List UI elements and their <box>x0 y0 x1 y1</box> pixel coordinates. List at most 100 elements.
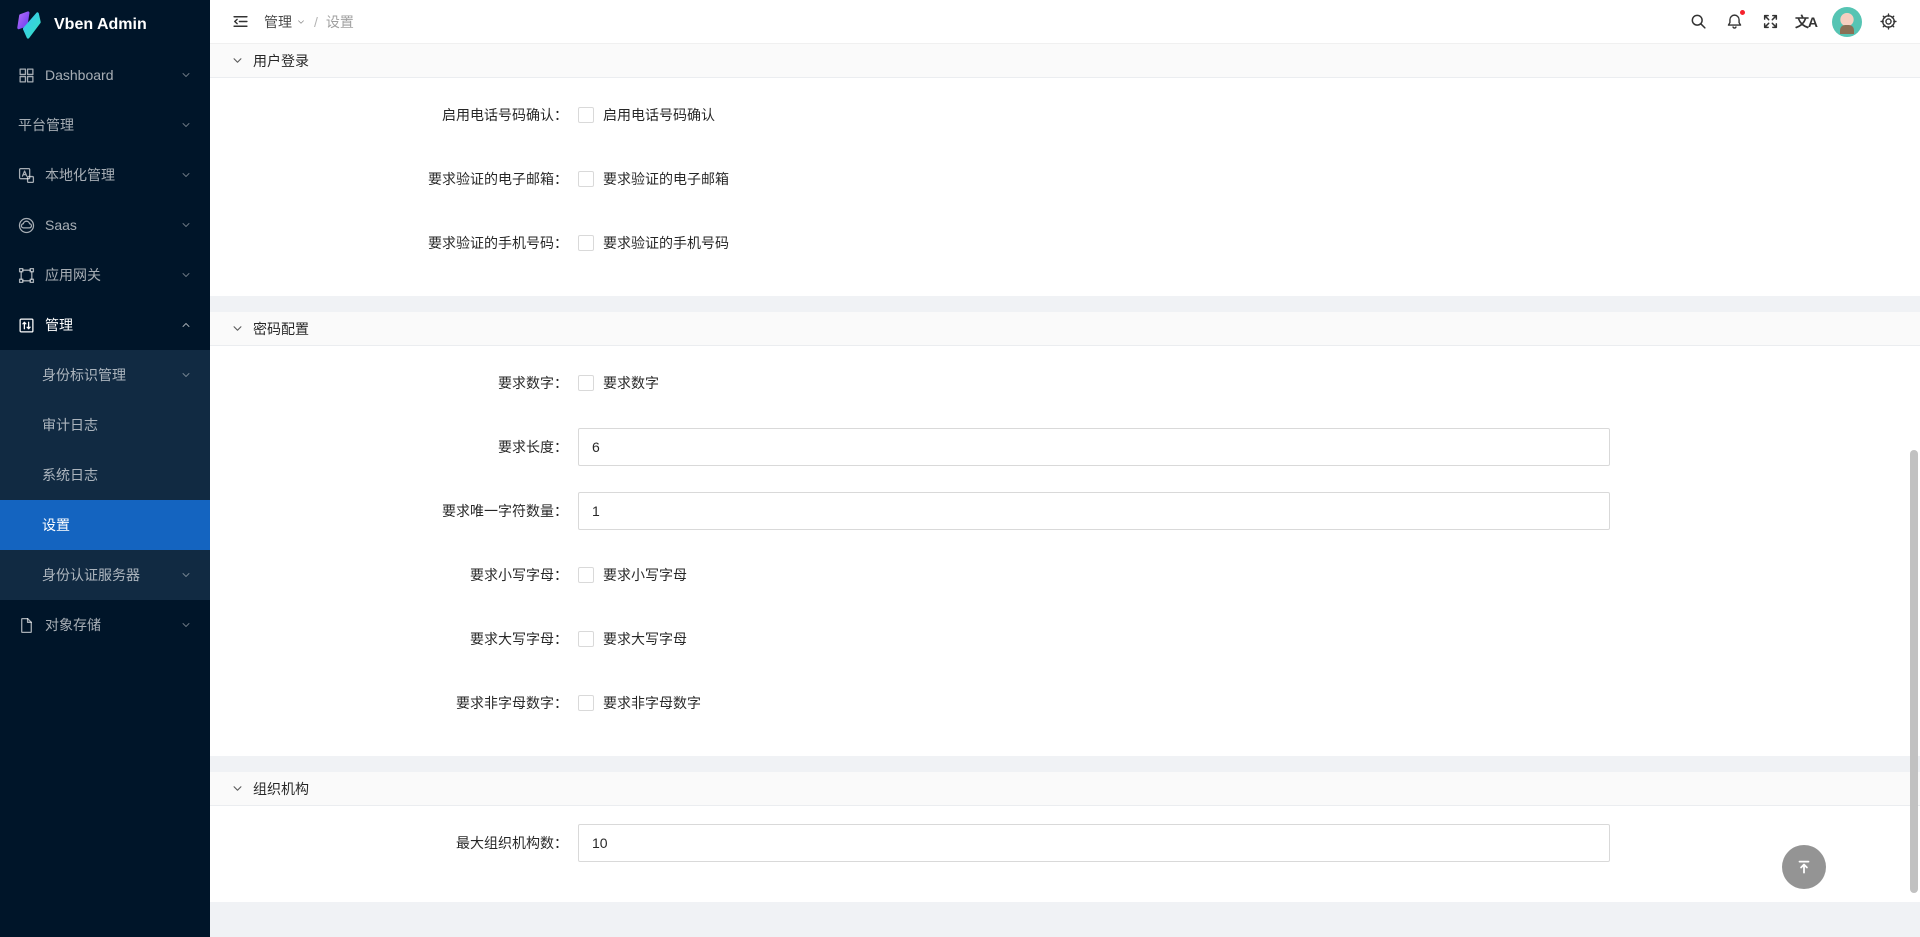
sidebar-item-label: Saas <box>45 217 180 233</box>
sidebar-item-localization[interactable]: 本地化管理 <box>0 150 210 200</box>
sidebar-item-platform-management[interactable]: 平台管理 <box>0 100 210 150</box>
max-organization-units-input[interactable] <box>578 824 1610 862</box>
user-avatar[interactable] <box>1832 7 1862 37</box>
collapse-header-password-config[interactable]: 密码配置 <box>210 312 1920 346</box>
require-digit-checkbox[interactable] <box>578 375 594 391</box>
breadcrumb-label: 管理 <box>264 12 292 32</box>
field-label: 要求验证的手机号码： <box>210 233 568 253</box>
sidebar-item-settings[interactable]: 设置 <box>0 500 210 550</box>
form-row: 要求验证的手机号码： 要求验证的手机号码 <box>210 224 1904 262</box>
settings-page: 用户登录 启用电话号码确认： 启用电话号码确认 要求验证的电子邮箱： <box>210 44 1920 937</box>
field-label: 要求长度： <box>210 437 568 457</box>
checkbox-label[interactable]: 要求非字母数字 <box>603 693 701 713</box>
app-logo[interactable]: Vben Admin <box>0 0 210 50</box>
require-confirmed-phone-checkbox[interactable] <box>578 235 594 251</box>
chevron-down-icon <box>232 55 243 66</box>
cloud-icon <box>18 217 35 234</box>
management-submenu: 身份标识管理 审计日志 系统日志 设置 身份认证服务器 <box>0 350 210 600</box>
require-non-alphanumeric-checkbox[interactable] <box>578 695 594 711</box>
form-row: 要求非字母数字： 要求非字母数字 <box>210 684 1904 722</box>
sidebar-item-dashboard[interactable]: Dashboard <box>0 50 210 100</box>
breadcrumb-management[interactable]: 管理 <box>264 12 306 32</box>
required-unique-chars-input[interactable] <box>578 492 1610 530</box>
chevron-down-icon <box>180 269 192 281</box>
chevron-down-icon <box>180 219 192 231</box>
form-row: 要求长度： <box>210 428 1904 466</box>
sidebar-item-label: 审计日志 <box>42 415 192 435</box>
chevron-down-icon <box>296 17 306 27</box>
checkbox-label[interactable]: 启用电话号码确认 <box>603 105 715 125</box>
field-label: 要求数字： <box>210 373 568 393</box>
chevron-down-icon <box>180 169 192 181</box>
require-confirmed-email-checkbox[interactable] <box>578 171 594 187</box>
field-label: 要求大写字母： <box>210 629 568 649</box>
gateway-icon <box>18 267 35 284</box>
sidebar-item-label: 管理 <box>45 315 180 335</box>
chevron-down-icon <box>180 119 192 131</box>
search-button[interactable] <box>1680 0 1716 44</box>
form-row: 要求验证的电子邮箱： 要求验证的电子邮箱 <box>210 160 1904 198</box>
translate-button[interactable]: 文A <box>1788 0 1824 44</box>
topbar-actions: 文A <box>1680 0 1906 44</box>
sidebar: Vben Admin Dashboard 平台管理 本地化管理 <box>0 0 210 937</box>
form-row: 要求唯一字符数量： <box>210 492 1904 530</box>
sidebar-item-label: 本地化管理 <box>45 165 180 185</box>
settings-button[interactable] <box>1870 0 1906 44</box>
back-to-top-icon <box>1795 858 1813 876</box>
localization-icon <box>18 167 35 184</box>
breadcrumb: 管理 / 设置 <box>264 12 354 32</box>
gear-icon <box>1880 13 1897 30</box>
checkbox-label[interactable]: 要求验证的手机号码 <box>603 233 729 253</box>
vertical-scrollbar-thumb[interactable] <box>1910 450 1918 893</box>
sidebar-item-identity-management[interactable]: 身份标识管理 <box>0 350 210 400</box>
sidebar-item-label: 对象存储 <box>45 615 180 635</box>
back-to-top-button[interactable] <box>1782 845 1826 889</box>
collapse-header-user-login[interactable]: 用户登录 <box>210 44 1920 78</box>
sidebar-item-label: 系统日志 <box>42 465 192 485</box>
field-label: 要求唯一字符数量： <box>210 501 568 521</box>
notification-badge <box>1739 9 1746 16</box>
sidebar-item-label: 应用网关 <box>45 265 180 285</box>
fullscreen-button[interactable] <box>1752 0 1788 44</box>
sidebar-item-app-gateway[interactable]: 应用网关 <box>0 250 210 300</box>
section-title: 密码配置 <box>253 319 309 339</box>
app-root: Vben Admin Dashboard 平台管理 本地化管理 <box>0 0 1920 937</box>
sidebar-collapse-button[interactable] <box>222 0 258 44</box>
checkbox-label[interactable]: 要求验证的电子邮箱 <box>603 169 729 189</box>
sidebar-item-saas[interactable]: Saas <box>0 200 210 250</box>
sidebar-item-label: 身份认证服务器 <box>42 565 180 585</box>
field-label: 要求非字母数字： <box>210 693 568 713</box>
sidebar-item-label: 平台管理 <box>18 115 180 135</box>
sidebar-item-object-storage[interactable]: 对象存储 <box>0 600 210 650</box>
topbar: 管理 / 设置 <box>210 0 1920 44</box>
sidebar-item-label: Dashboard <box>45 67 180 83</box>
storage-icon <box>18 617 35 634</box>
sidebar-item-system-log[interactable]: 系统日志 <box>0 450 210 500</box>
checkbox-label[interactable]: 要求大写字母 <box>603 629 687 649</box>
form-row: 要求数字： 要求数字 <box>210 364 1904 402</box>
field-label: 最大组织机构数： <box>210 833 568 853</box>
menu-fold-icon <box>232 13 249 30</box>
notification-button[interactable] <box>1716 0 1752 44</box>
field-label: 启用电话号码确认： <box>210 105 568 125</box>
fullscreen-icon <box>1762 13 1779 30</box>
enable-phone-number-confirmation-checkbox[interactable] <box>578 107 594 123</box>
chevron-down-icon <box>232 323 243 334</box>
panel-user-login: 用户登录 启用电话号码确认： 启用电话号码确认 要求验证的电子邮箱： <box>210 44 1920 296</box>
chevron-down-icon <box>180 569 192 581</box>
panel-password-config: 密码配置 要求数字： 要求数字 要求长度： <box>210 312 1920 756</box>
required-length-input[interactable] <box>578 428 1610 466</box>
panel-organization: 组织机构 最大组织机构数： <box>210 772 1920 902</box>
sidebar-item-management[interactable]: 管理 <box>0 300 210 350</box>
chevron-down-icon <box>180 69 192 81</box>
form-row: 启用电话号码确认： 启用电话号码确认 <box>210 96 1904 134</box>
checkbox-label[interactable]: 要求小写字母 <box>603 565 687 585</box>
require-uppercase-checkbox[interactable] <box>578 631 594 647</box>
require-lowercase-checkbox[interactable] <box>578 567 594 583</box>
chevron-down-icon <box>180 619 192 631</box>
checkbox-label[interactable]: 要求数字 <box>603 373 659 393</box>
sidebar-item-audit-log[interactable]: 审计日志 <box>0 400 210 450</box>
breadcrumb-current: 设置 <box>326 12 354 32</box>
collapse-header-organization[interactable]: 组织机构 <box>210 772 1920 806</box>
sidebar-item-auth-server[interactable]: 身份认证服务器 <box>0 550 210 600</box>
